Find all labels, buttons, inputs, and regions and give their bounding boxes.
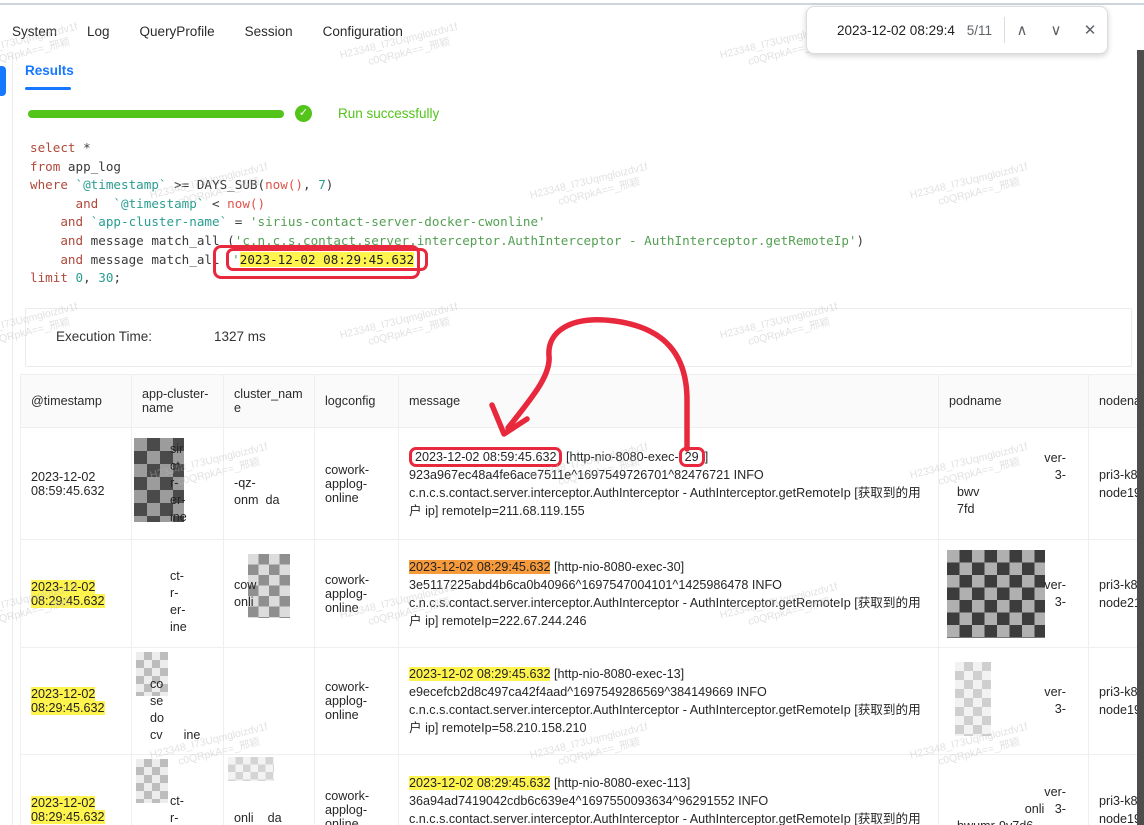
find-match-highlight: 2023-12-02 08:29:45.632 [31, 580, 105, 608]
vertical-scrollbar[interactable] [1137, 50, 1144, 825]
success-check-icon: ✓ [295, 105, 312, 122]
table-body: 2023-12-02 08:59:45.632sirct-r-er-ine -q… [21, 428, 1144, 825]
run-status-text: Run successfully [338, 106, 439, 121]
cell-message: 2023-12-02 08:29:45.632 [http-nio-8080-e… [399, 648, 939, 755]
cell-cluster-name: cowonli [224, 540, 315, 648]
cell-nodename: pri3-k8snode198 [1089, 648, 1144, 755]
execution-time-box: Execution Time: 1327 ms [25, 308, 1132, 367]
cell-app-cluster-name: cosedocv ine [132, 648, 224, 755]
find-match-highlight: 2023-12-02 08:29:45.632 [409, 776, 550, 790]
sql-line: select * [30, 139, 864, 158]
column-header-nodename: nodename [1089, 375, 1144, 428]
cell-message: 2023-12-02 08:59:45.632 [http-nio-8080-e… [399, 428, 939, 540]
find-match-highlight: 2023-12-02 08:29:45.632 [31, 687, 105, 715]
progress-bar [28, 110, 284, 118]
cell-app-cluster-name: ct-r-er-ine [132, 540, 224, 648]
nav-item-log[interactable]: Log [87, 24, 110, 39]
annotation-red-box-inline: '2023-12-02 08:29:45.632' [226, 248, 428, 271]
cell-logconfig: cowork-applog-online [315, 648, 399, 755]
find-active-match-highlight: 2023-12-02 08:29:45.632 [409, 560, 550, 574]
sql-line: and `@timestamp` < now() [30, 195, 864, 214]
column-header-timestamp: @timestamp [21, 375, 132, 428]
left-edge-blue-chip [0, 66, 6, 96]
cell-logconfig: cowork-applog-online [315, 540, 399, 648]
column-header-logconfig: logconfig [315, 375, 399, 428]
panel-left-border [12, 55, 13, 825]
nav-item-configuration[interactable]: Configuration [323, 24, 403, 39]
sql-line: limit 0, 30; [30, 269, 864, 288]
table-row: 2023-12-02 08:29:45.632 ct-r-do r- onli … [21, 755, 1144, 825]
table-row: 2023-12-02 08:29:45.632 cosedocv ine cowo… [21, 648, 1144, 755]
top-divider [0, 3, 1144, 5]
cell-cluster-name: -qz-onm da [224, 428, 315, 540]
cell-cluster-name: onli da [224, 755, 315, 825]
table-row: 2023-12-02 08:59:45.632sirct-r-er-ine -q… [21, 428, 1144, 540]
cell-message: 2023-12-02 08:29:45.632 [http-nio-8080-e… [399, 755, 939, 825]
find-in-page-bar[interactable]: 2023-12-02 08:29:45.632 5/11 ∧ ∨ ✕ [806, 6, 1108, 54]
cell-app-cluster-name: ct-r-do r- [132, 755, 224, 825]
execution-time-label: Execution Time: [56, 329, 152, 344]
cell-podname: ver-3- [939, 648, 1089, 755]
nav-item-session[interactable]: Session [245, 24, 293, 39]
results-table: @timestampapp-cluster-namecluster_namelo… [20, 374, 1144, 825]
table-row: 2023-12-02 08:29:45.632 ct-r-er-inecowon… [21, 540, 1144, 648]
find-next-icon[interactable]: ∨ [1039, 21, 1073, 39]
cell-nodename: pri3-k8snode198 [1089, 755, 1144, 825]
cell-timestamp: 2023-12-02 08:59:45.632 [21, 428, 132, 540]
find-query-input[interactable]: 2023-12-02 08:29:45.632 [807, 23, 955, 38]
message-text: [http-nio-8080-exec- [562, 450, 678, 464]
tab-results[interactable]: Results [25, 63, 74, 78]
cell-timestamp: 2023-12-02 08:29:45.632 [21, 540, 132, 648]
annotation-red-box-inline: 29 [679, 447, 705, 467]
cell-podname: ver-3- [939, 540, 1089, 648]
sql-line: where `@timestamp` >= DAYS_SUB(now(), 7) [30, 176, 864, 195]
table-header-row: @timestampapp-cluster-namecluster_namelo… [21, 375, 1144, 428]
results-table-wrap: @timestampapp-cluster-namecluster_namelo… [20, 374, 1144, 825]
cell-timestamp: 2023-12-02 08:29:45.632 [21, 648, 132, 755]
find-close-icon[interactable]: ✕ [1073, 21, 1107, 39]
log-query-page: System Log QueryProfile Session Configuratio… [0, 0, 1144, 825]
cell-logconfig: cowork-applog-online [315, 755, 399, 825]
main-nav: System Log QueryProfile Session Configuratio… [12, 24, 403, 39]
cell-nodename: pri3-k8snode195 [1089, 428, 1144, 540]
nav-item-system[interactable]: System [12, 24, 57, 39]
cell-podname: ver-onli 3-bwumr-9v7d6- [939, 755, 1089, 825]
redacted-pixelation [228, 757, 274, 781]
execution-time-value: 1327 ms [214, 329, 266, 344]
watermark-text: H23348_I73Uqmgloizdv1fc0QRpkA==_邢颖 [909, 161, 1033, 215]
cell-nodename: pri3-k8snode216 [1089, 540, 1144, 648]
cell-message: 2023-12-02 08:29:45.632 [http-nio-8080-e… [399, 540, 939, 648]
find-previous-icon[interactable]: ∧ [1005, 21, 1039, 39]
find-match-count: 5/11 [955, 23, 1004, 38]
cell-logconfig: cowork-applog-online [315, 428, 399, 540]
sql-line: from app_log [30, 158, 864, 177]
cell-timestamp: 2023-12-02 08:29:45.632 [21, 755, 132, 825]
nav-item-queryprofile[interactable]: QueryProfile [140, 24, 215, 39]
sql-line: and message match_all ('c.n.c.s.contact.… [30, 232, 864, 251]
cell-cluster-name [224, 648, 315, 755]
column-header-clustername: cluster_name [224, 375, 315, 428]
sql-editor[interactable]: select *from app_logwhere `@timestamp` >… [30, 139, 864, 288]
column-header-app-cluster-name: app-cluster-name [132, 375, 224, 428]
find-match-highlight: 2023-12-02 08:29:45.632 [409, 667, 550, 681]
sql-line: and message match_all '2023-12-02 08:29:… [30, 251, 864, 270]
cell-app-cluster-name: sirct-r-er-ine [132, 428, 224, 540]
annotation-red-box-inline: 2023-12-02 08:59:45.632 [409, 447, 562, 467]
cell-podname: ver-3-bwv7fd [939, 428, 1089, 540]
sql-line: and `app-cluster-name` = 'sirius-contact… [30, 213, 864, 232]
column-header-message: message [399, 375, 939, 428]
find-match-highlight: 2023-12-02 08:29:45.632 [31, 796, 105, 824]
query-status-row: ✓ Run successfully [28, 105, 439, 122]
column-header-podname: podname [939, 375, 1089, 428]
tab-results-active-indicator [25, 87, 71, 90]
